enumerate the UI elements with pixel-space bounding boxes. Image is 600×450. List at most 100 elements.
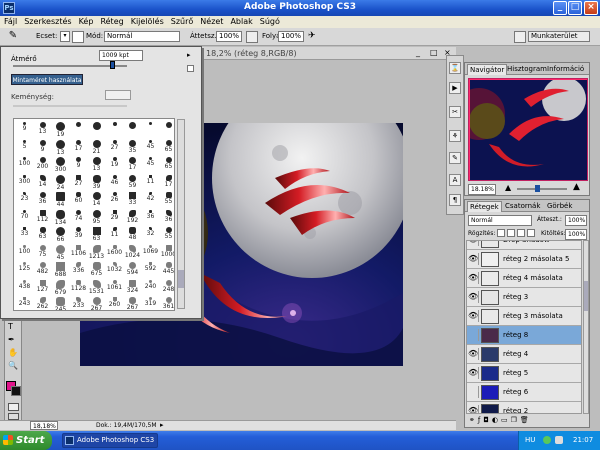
clone-source-icon[interactable]: ⚘ <box>449 130 461 142</box>
background-color-swatch[interactable] <box>11 386 21 396</box>
brush-tip[interactable]: 45 <box>51 244 70 262</box>
brush-tip[interactable]: 1531 <box>87 279 106 297</box>
brush-tip[interactable]: 192 <box>123 209 142 227</box>
brush-tip[interactable]: 33 <box>123 191 142 209</box>
tab-curves[interactable]: Görbék <box>545 201 574 212</box>
brush-tip[interactable]: 1213 <box>87 244 106 262</box>
brush-tip[interactable]: 39 <box>87 174 106 192</box>
brush-tip[interactable]: 13 <box>87 156 106 174</box>
link-layers-icon[interactable]: ⚭ <box>469 416 478 424</box>
menu-image[interactable]: Kép <box>75 16 97 26</box>
visibility-eye-icon[interactable]: 👁 <box>468 310 479 322</box>
brush-tip[interactable]: 17 <box>159 174 174 192</box>
brush-tip[interactable]: 19 <box>51 121 70 139</box>
character-panel-icon[interactable]: A <box>449 174 461 186</box>
tab-channels[interactable]: Csatornák <box>503 201 542 212</box>
brush-tip-grid[interactable]: 9 13 19 5 9 13 17 21 27 35 45 65 100 200 300 9 13 19 17 45 6… <box>13 118 175 311</box>
brush-tip[interactable]: 112 <box>33 209 52 227</box>
brush-tip-icon[interactable] <box>72 31 84 43</box>
tab-info[interactable]: Információ <box>545 64 586 75</box>
layer-row[interactable]: 👁 réteg 4 másolata <box>467 269 581 288</box>
diameter-field[interactable]: 1009 kpt <box>99 50 143 61</box>
visibility-eye-icon[interactable]: 👁 <box>468 291 479 303</box>
brush-grid-scrollbar[interactable] <box>177 119 185 309</box>
tool-presets-icon[interactable]: ✂ <box>449 106 461 118</box>
brush-tip[interactable]: 55 <box>159 226 174 244</box>
brush-tip[interactable]: 66 <box>51 226 70 244</box>
navigator-zoom-handle[interactable] <box>535 185 540 192</box>
brush-tip[interactable]: 24 <box>51 174 70 192</box>
brush-tip[interactable]: 74 <box>69 209 88 227</box>
brush-tip[interactable]: 1128 <box>69 279 88 297</box>
brush-tip[interactable]: 336 <box>69 261 88 279</box>
brush-tip[interactable]: 300 <box>15 174 34 192</box>
layer-row[interactable]: réteg 6 <box>467 383 581 402</box>
brush-tip[interactable]: 39 <box>69 226 88 244</box>
brush-tip[interactable]: 260 <box>105 296 124 310</box>
brush-tip[interactable]: 75 <box>33 244 52 262</box>
brush-tip[interactable] <box>141 121 160 139</box>
visibility-eye-icon[interactable]: 👁 <box>468 253 479 265</box>
screen-mode-icon[interactable] <box>8 413 19 420</box>
brush-tip[interactable]: 17 <box>69 139 88 157</box>
workspace-select[interactable]: Munkaterület <box>528 31 590 42</box>
brush-tip[interactable]: 36 <box>33 191 52 209</box>
text-tool-icon[interactable]: T <box>8 322 13 331</box>
zoom-tool-icon[interactable]: 🔍 <box>8 361 18 370</box>
layer-row[interactable]: 👁 réteg 3 <box>467 288 581 307</box>
brush-tip[interactable]: 13 <box>33 121 52 139</box>
brush-tip[interactable]: 32 <box>141 226 160 244</box>
language-indicator[interactable]: HU <box>525 431 535 450</box>
brush-tip[interactable]: 23 <box>15 191 34 209</box>
paragraph-panel-icon[interactable]: ¶ <box>449 194 461 206</box>
quick-mask-icon[interactable] <box>8 403 19 411</box>
brush-tip[interactable]: 13 <box>51 139 70 157</box>
menu-layer[interactable]: Réteg <box>96 16 126 26</box>
brush-tip[interactable]: 262 <box>33 296 52 310</box>
brush-tool-icon[interactable]: ✎ <box>6 30 20 43</box>
volume-icon[interactable] <box>555 436 563 444</box>
brush-tip[interactable] <box>105 121 124 139</box>
hardness-field[interactable] <box>105 90 131 100</box>
visibility-eye-icon[interactable]: 👁 <box>468 367 479 379</box>
menu-file[interactable]: Fájl <box>0 16 20 26</box>
brush-tip[interactable]: 100 <box>15 156 34 174</box>
pen-tool-icon[interactable]: ✒ <box>8 335 15 344</box>
zoom-in-icon[interactable]: ▲ <box>573 182 580 192</box>
zoom-out-icon[interactable]: ▲ <box>505 183 511 192</box>
brush-tip[interactable]: 27 <box>105 139 124 157</box>
flow-field[interactable]: 100% <box>278 31 304 42</box>
layer-row[interactable]: 👁 réteg 2 <box>467 402 581 413</box>
brush-tip[interactable]: 1000 <box>159 244 174 262</box>
brush-tip[interactable]: 19 <box>105 156 124 174</box>
visibility-eye-icon[interactable]: 👁 <box>468 405 479 413</box>
brush-tip[interactable]: 248 <box>159 279 174 297</box>
brush-tip[interactable]: 60 <box>69 191 88 209</box>
brush-tip[interactable]: 125 <box>15 261 34 279</box>
brush-tip[interactable]: 63 <box>87 226 106 244</box>
menu-window[interactable]: Ablak <box>226 16 255 26</box>
brush-tip[interactable]: 63 <box>33 226 52 244</box>
tab-layers[interactable]: Rétegek <box>467 201 502 212</box>
brush-tip[interactable]: 445 <box>159 261 174 279</box>
brush-tip[interactable]: 438 <box>15 279 34 297</box>
visibility-eye-icon[interactable]: 👁 <box>468 241 479 246</box>
brush-tip[interactable]: 300 <box>51 156 70 174</box>
brush-tip[interactable]: 1061 <box>105 279 124 297</box>
brush-tip[interactable]: 361 <box>159 296 174 310</box>
brush-tip[interactable]: 65 <box>159 156 174 174</box>
layer-row[interactable]: 👁 réteg 3 másolata <box>467 307 581 326</box>
brush-tip[interactable]: 688 <box>51 261 70 279</box>
brush-tip[interactable]: 1106 <box>69 244 88 262</box>
brush-tip[interactable]: 592 <box>141 261 160 279</box>
brush-tip[interactable]: 29 <box>105 209 124 227</box>
lock-transparent-icon[interactable] <box>497 229 505 237</box>
brush-tip[interactable]: 1032 <box>105 261 124 279</box>
brush-tip[interactable]: 245 <box>51 296 70 310</box>
hardness-slider-track[interactable] <box>13 105 127 107</box>
brush-tip[interactable]: 33 <box>15 226 34 244</box>
lock-position-icon[interactable] <box>517 229 525 237</box>
blend-mode-select[interactable]: Normál <box>468 215 532 226</box>
actions-panel-icon[interactable]: ▶ <box>449 82 461 94</box>
brush-tip[interactable]: 675 <box>87 261 106 279</box>
